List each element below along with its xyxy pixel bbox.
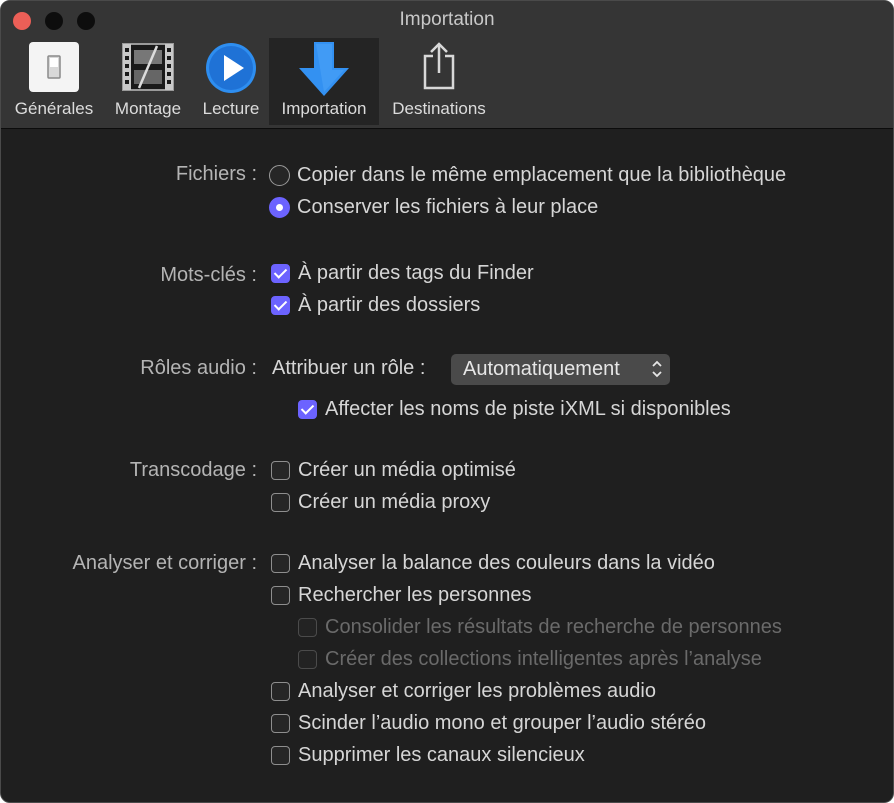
tab-lecture[interactable]: Lecture [194,38,268,125]
checkbox[interactable] [271,586,290,605]
tab-destinations[interactable]: Destinations [385,38,493,125]
tab-importation[interactable]: Importation [269,38,379,125]
preferences-window: Importation Générales Montage Lecture Im… [0,0,894,803]
proxy-media-checkbox[interactable]: Créer un média proxy [271,491,490,514]
analyze-label: Analyser et corriger : [72,552,257,574]
tab-label: Lecture [202,99,260,118]
option-label: Créer des collections intelligentes aprè… [325,648,762,670]
select-value: Automatiquement [463,358,620,380]
checkbox[interactable] [271,264,290,283]
color-balance-checkbox[interactable]: Analyser la balance des couleurs dans la… [271,552,715,575]
option-label: Consolider les résultats de recherche de… [325,616,782,638]
up-down-chevron-icon [652,360,662,378]
remove-silent-channels-checkbox[interactable]: Supprimer les canaux silencieux [271,744,585,767]
checkbox[interactable] [271,554,290,573]
option-label: Rechercher les personnes [298,584,532,606]
option-label: Supprimer les canaux silencieux [298,744,585,766]
film-strip-icon [122,43,174,91]
checkbox[interactable] [271,461,290,480]
checkbox[interactable] [298,650,317,669]
option-label: Créer un média proxy [298,491,491,513]
leave-files-in-place-radio[interactable]: Conserver les fichiers à leur place [269,196,598,219]
play-icon [206,43,256,93]
checkbox[interactable] [271,746,290,765]
radio-button[interactable] [269,165,290,186]
files-label: Fichiers : [175,163,257,185]
import-arrow-icon [299,42,349,96]
find-people-checkbox[interactable]: Rechercher les personnes [271,584,531,607]
split-mono-stereo-checkbox[interactable]: Scinder l’audio mono et grouper l’audio … [271,712,706,735]
optimized-media-checkbox[interactable]: Créer un média optimisé [271,459,516,482]
window-title: Importation [399,9,495,30]
copy-to-library-radio[interactable]: Copier dans le même emplacement que la b… [269,164,786,187]
option-label: Créer un média optimisé [298,459,516,481]
option-label: Analyser la balance des couleurs dans la… [298,552,715,574]
tab-label: Importation [281,99,367,118]
consolidate-people-checkbox[interactable]: Consolider les résultats de recherche de… [298,616,782,639]
tab-generales[interactable]: Générales [7,38,101,125]
checkbox[interactable] [271,682,290,701]
option-label: Analyser et corriger les problèmes audio [298,680,656,702]
import-settings-panel: Fichiers : Copier dans le même emplaceme… [1,129,893,802]
share-icon [423,42,455,90]
checkbox[interactable] [298,618,317,637]
window-toolbar: Importation Générales Montage Lecture Im… [1,1,893,129]
finder-tags-checkbox[interactable]: À partir des tags du Finder [271,262,534,285]
keywords-label: Mots-clés : [160,264,257,286]
tab-label: Montage [114,99,182,118]
option-label: À partir des dossiers [298,294,481,316]
ixml-track-names-checkbox[interactable]: Affecter les noms de piste iXML si dispo… [298,398,731,421]
option-label: Copier dans le même emplacement que la b… [297,164,787,186]
light-switch-icon [29,42,79,92]
transcode-label: Transcodage : [129,459,257,481]
audio-problems-checkbox[interactable]: Analyser et corriger les problèmes audio [271,680,656,703]
checkbox[interactable] [271,714,290,733]
audio-roles-label: Rôles audio : [140,357,257,379]
radio-button[interactable] [269,197,290,218]
checkbox[interactable] [298,400,317,419]
option-label: À partir des tags du Finder [298,262,534,284]
tab-montage[interactable]: Montage [107,38,189,125]
smart-collections-checkbox[interactable]: Créer des collections intelligentes aprè… [298,648,762,671]
assign-role-select[interactable]: Automatiquement [451,354,670,385]
tab-label: Générales [14,99,94,118]
checkbox[interactable] [271,296,290,315]
option-label: Scinder l’audio mono et grouper l’audio … [298,712,707,734]
tab-label: Destinations [392,99,486,118]
assign-role-label: Attribuer un rôle : [272,357,426,379]
option-label: Conserver les fichiers à leur place [297,196,599,218]
checkbox[interactable] [271,493,290,512]
option-label: Affecter les noms de piste iXML si dispo… [325,398,731,420]
folders-checkbox[interactable]: À partir des dossiers [271,294,480,317]
